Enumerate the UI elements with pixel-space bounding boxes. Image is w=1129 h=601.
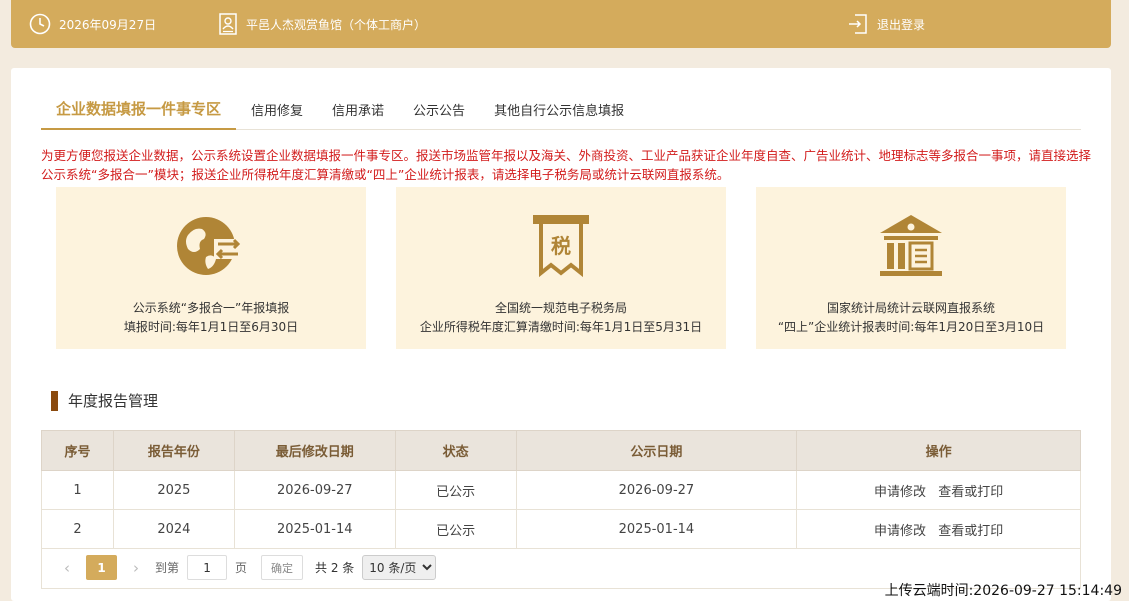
col-header-no: 序号 [41, 430, 114, 471]
globe-arrows-icon [56, 213, 366, 277]
cell-modified: 2025-01-14 [233, 509, 396, 549]
card-annual-report-subtitle: 填报时间:每年1月1日至6月30日 [123, 320, 299, 334]
logout-button[interactable]: 退出登录 [847, 0, 925, 48]
cell-published: 2025-01-14 [515, 509, 798, 549]
card-e-tax-bureau-subtitle: 企业所得税年度汇算清缴时间:每年1月1日至5月31日 [419, 320, 703, 334]
goto-page-input[interactable] [187, 555, 228, 580]
col-header-status: 状态 [394, 430, 517, 471]
cell-published: 2026-09-27 [515, 470, 798, 510]
notice-text: 为更方便您报送企业数据，公示系统设置企业数据填报一件事专区。报送市场监管年报以及… [41, 148, 1092, 182]
tab-public-notice[interactable]: 公示公告 [413, 92, 465, 130]
clock-icon [29, 13, 51, 35]
col-header-year: 报告年份 [112, 430, 235, 471]
page-unit-label: 页 [235, 561, 248, 575]
section-title: 年度报告管理 [51, 390, 158, 411]
card-statistics-system-title: 国家统计局统计云联网直报系统 [826, 301, 995, 315]
cell-year: 2025 [112, 470, 235, 510]
tab-credit-commitment[interactable]: 信用承诺 [332, 92, 384, 130]
total-count: 共 2 条 [315, 561, 355, 575]
tab-bar: 企业数据填报一件事专区 信用修复 信用承诺 公示公告 其他自行公示信息填报 [41, 92, 1081, 130]
card-statistics-system-subtitle: “四上”企业统计报表时间:每年1月20日至3月10日 [777, 320, 1045, 334]
goto-confirm-button[interactable]: 确定 [261, 555, 304, 580]
col-header-published: 公示日期 [515, 430, 798, 471]
tab-enterprise-data[interactable]: 企业数据填报一件事专区 [41, 92, 237, 130]
cell-modified: 2026-09-27 [233, 470, 396, 510]
annual-report-table: 序号 报告年份 最后修改日期 状态 公示日期 操作 1 2025 2026-09… [41, 430, 1081, 549]
cell-status: 已公示 [394, 470, 517, 510]
section-marker [51, 390, 58, 411]
tab-credit-repair[interactable]: 信用修复 [251, 92, 303, 130]
card-e-tax-bureau-title: 全国统一规范电子税务局 [494, 301, 627, 315]
upload-time: 上传云端时间:2026-09-27 15:14:49 [884, 583, 1122, 599]
goto-label: 到第 [155, 561, 180, 575]
cell-no: 2 [41, 509, 114, 549]
col-header-modified: 最后修改日期 [233, 430, 396, 471]
cell-year: 2024 [112, 509, 235, 549]
card-annual-report[interactable]: 公示系统“多报合一”年报填报 填报时间:每年1月1日至6月30日 [56, 187, 366, 349]
view-print-link[interactable]: 查看或打印 [938, 485, 1003, 500]
cell-no: 1 [41, 470, 114, 510]
apply-modify-link[interactable]: 申请修改 [874, 524, 926, 539]
current-page-button[interactable]: 1 [86, 555, 117, 580]
card-statistics-system[interactable]: 国家统计局统计云联网直报系统 “四上”企业统计报表时间:每年1月20日至3月10… [756, 187, 1066, 349]
main-panel: 企业数据填报一件事专区 信用修复 信用承诺 公示公告 其他自行公示信息填报 为更… [11, 68, 1111, 601]
card-annual-report-title: 公示系统“多报合一”年报填报 [132, 301, 290, 315]
person-card-icon [218, 13, 238, 35]
cell-actions: 申请修改 查看或打印 [796, 509, 1081, 549]
tax-receipt-icon: 税 [396, 213, 726, 278]
col-header-actions: 操作 [796, 430, 1081, 471]
logout-icon [847, 13, 869, 35]
header-date: 2026年09月27日 [29, 0, 156, 48]
apply-modify-link[interactable]: 申请修改 [874, 485, 926, 500]
prev-page-icon[interactable]: ‹ [56, 559, 78, 577]
header-shop-name: 平邑人杰观赏鱼馆（个体工商户） [246, 17, 427, 32]
table-header-row: 序号 报告年份 最后修改日期 状态 公示日期 操作 [41, 430, 1081, 471]
building-icon [756, 213, 1066, 277]
tab-other-disclosure[interactable]: 其他自行公示信息填报 [494, 92, 624, 130]
svg-text:税: 税 [551, 234, 571, 258]
top-header-bar: 2026年09月27日 平邑人杰观赏鱼馆（个体工商户） 退出登录 [11, 0, 1111, 48]
header-shop: 平邑人杰观赏鱼馆（个体工商户） [218, 0, 426, 48]
section-title-text: 年度报告管理 [68, 392, 159, 410]
cell-status: 已公示 [394, 509, 517, 549]
page-size-select[interactable]: 10 条/页 [362, 555, 437, 580]
logout-label[interactable]: 退出登录 [877, 16, 925, 33]
card-e-tax-bureau[interactable]: 税 全国统一规范电子税务局 企业所得税年度汇算清缴时间:每年1月1日至5月31日 [396, 187, 726, 349]
view-print-link[interactable]: 查看或打印 [938, 524, 1003, 539]
table-row: 1 2025 2026-09-27 已公示 2026-09-27 申请修改 查看… [41, 470, 1081, 510]
table-row: 2 2024 2025-01-14 已公示 2025-01-14 申请修改 查看… [41, 509, 1081, 549]
header-date-text: 2026年09月27日 [59, 17, 157, 32]
next-page-icon[interactable]: › [125, 559, 147, 577]
cell-actions: 申请修改 查看或打印 [796, 470, 1081, 510]
